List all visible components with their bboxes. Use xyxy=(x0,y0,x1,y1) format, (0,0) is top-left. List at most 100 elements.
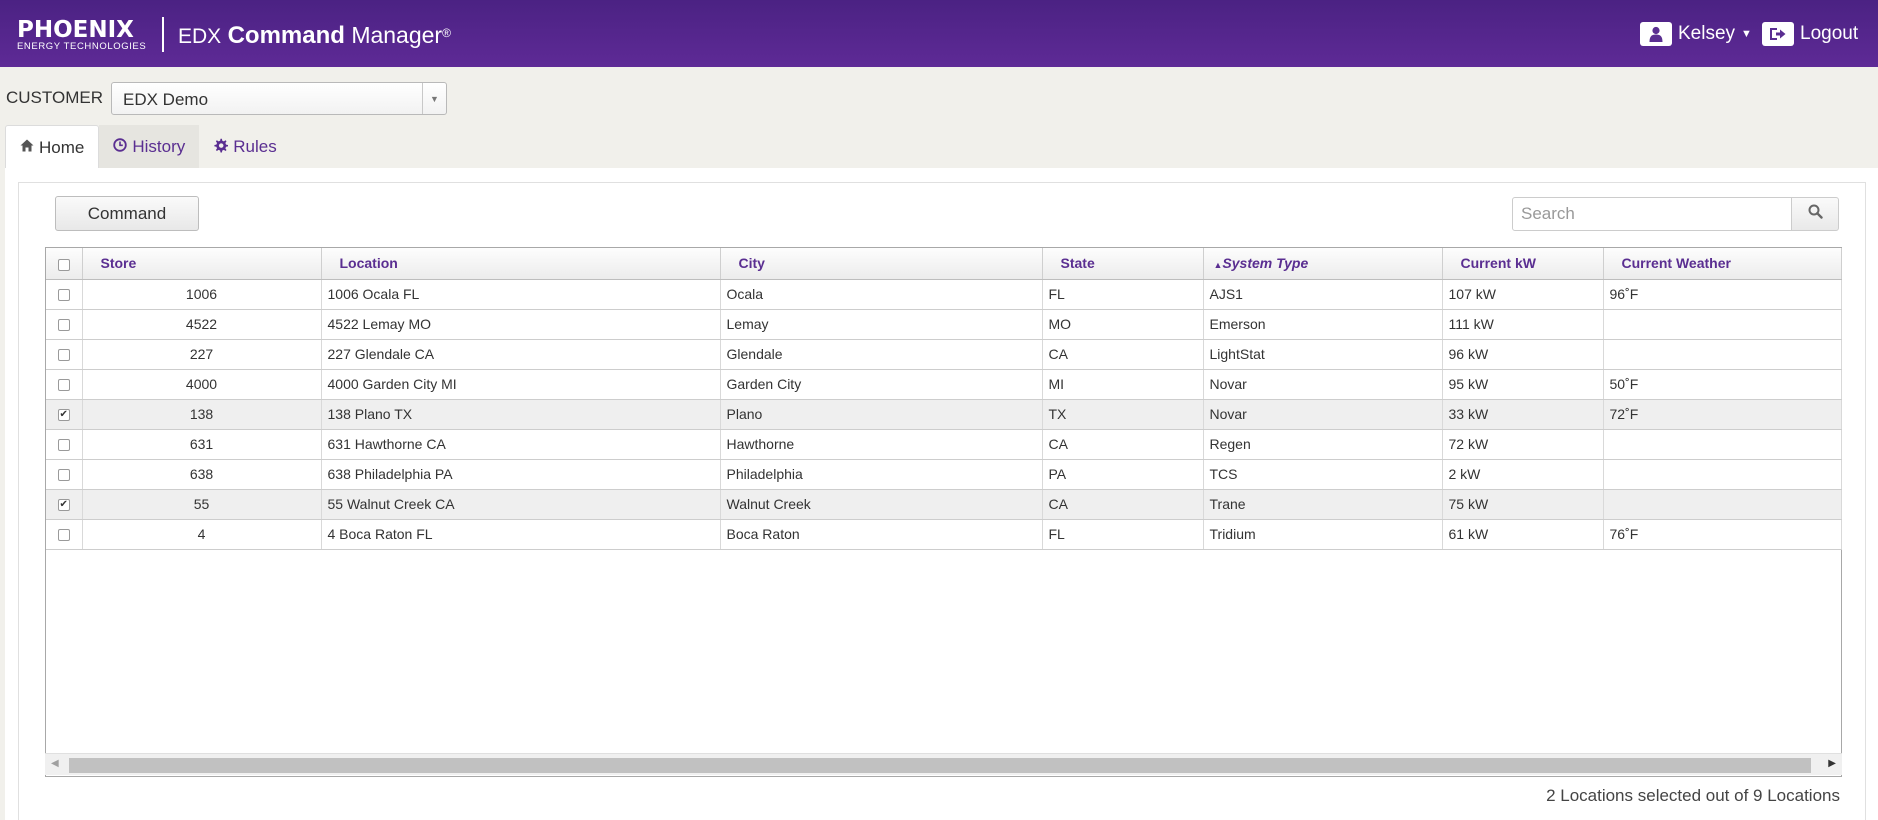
cell-store: 1006 xyxy=(82,279,322,310)
table-row[interactable]: ✔ 55 55 Walnut Creek CA Walnut Creek CA Trane… xyxy=(46,489,1842,520)
row-checkbox-cell[interactable] xyxy=(46,459,83,490)
cell-system-type: Novar xyxy=(1203,369,1443,400)
selection-status: 2 Locations selected out of 9 Locations xyxy=(1546,786,1840,805)
table-row[interactable]: 638 638 Philadelphia PA Philadelphia PA TCS 2… xyxy=(46,459,1842,490)
cell-current-kw: 61 kW xyxy=(1442,519,1604,550)
customer-selected-value: EDX Demo xyxy=(123,90,209,109)
cell-store: 631 xyxy=(82,429,322,460)
table-row[interactable]: 227 227 Glendale CA Glendale CA LightStat 96 … xyxy=(46,339,1842,370)
cell-current-kw: 72 kW xyxy=(1442,429,1604,460)
row-checkbox-cell[interactable]: ✔ xyxy=(46,489,83,520)
cell-state: CA xyxy=(1042,339,1204,370)
row-checkbox-cell[interactable] xyxy=(46,279,83,310)
cell-location: 55 Walnut Creek CA xyxy=(321,489,721,520)
table-row[interactable]: 1006 1006 Ocala FL Ocala FL AJS1 107 kW 96˚F xyxy=(46,279,1842,310)
grid-body: 1006 1006 Ocala FL Ocala FL AJS1 107 kW 96˚F 45… xyxy=(46,279,1842,550)
top-header-bar: PHOENIX ENERGY TECHNOLOGIES EDX Command … xyxy=(0,0,1878,67)
scroll-right-icon[interactable]: ▶ xyxy=(1828,758,1836,769)
cell-current-weather xyxy=(1603,489,1842,520)
cell-current-kw: 95 kW xyxy=(1442,369,1604,400)
row-checkbox-cell[interactable] xyxy=(46,369,83,400)
column-header-system-type[interactable]: ▲System Type xyxy=(1203,248,1443,280)
app-title-suffix: Manager xyxy=(351,22,443,48)
column-header-store[interactable]: Store xyxy=(82,248,322,280)
cell-city: Garden City xyxy=(720,369,1043,400)
tab-home[interactable]: Home xyxy=(5,125,100,169)
scroll-left-icon[interactable]: ◀ xyxy=(51,758,59,769)
row-checkbox[interactable] xyxy=(57,439,70,452)
horizontal-scrollbar[interactable]: ◀ ▶ xyxy=(45,753,1842,775)
tab-history[interactable]: History xyxy=(99,125,200,169)
table-row[interactable]: 4000 4000 Garden City MI Garden City MI Nova… xyxy=(46,369,1842,400)
cell-state: TX xyxy=(1042,399,1204,430)
cell-current-weather: 76˚F xyxy=(1603,519,1842,550)
column-header-current-kw[interactable]: Current kW xyxy=(1442,248,1604,280)
cell-location: 638 Philadelphia PA xyxy=(321,459,721,490)
cell-location: 138 Plano TX xyxy=(321,399,721,430)
row-checkbox-cell[interactable] xyxy=(46,429,83,460)
row-checkbox-checked[interactable]: ✔ xyxy=(57,409,70,422)
cell-current-kw: 107 kW xyxy=(1442,279,1604,310)
cell-current-kw: 111 kW xyxy=(1442,309,1604,340)
row-checkbox-cell[interactable] xyxy=(46,309,83,340)
search-button[interactable] xyxy=(1791,197,1839,231)
table-row[interactable]: 44 Boca Raton FL Boca Raton FL Tridium 61 kW… xyxy=(46,519,1842,550)
select-all-checkbox-cell[interactable] xyxy=(46,248,83,280)
cell-current-weather xyxy=(1603,459,1842,490)
cell-location: 4000 Garden City MI xyxy=(321,369,721,400)
cell-current-weather: 96˚F xyxy=(1603,279,1842,310)
row-checkbox[interactable] xyxy=(57,319,70,332)
customer-select[interactable]: EDX Demo ▼ xyxy=(111,82,447,115)
grid-header-row: Store Location City State ▲System Type C… xyxy=(46,248,1842,280)
table-row[interactable]: 4522 4522 Lemay MO Lemay MO Emerson 111 kW xyxy=(46,309,1842,340)
home-icon xyxy=(20,139,34,156)
cell-location: 227 Glendale CA xyxy=(321,339,721,370)
cell-current-weather: 50˚F xyxy=(1603,369,1842,400)
column-header-state[interactable]: State xyxy=(1042,248,1204,280)
column-header-system-type-label: System Type xyxy=(1222,255,1309,272)
tab-rules[interactable]: Rules xyxy=(199,125,290,169)
column-header-current-weather[interactable]: Current Weather xyxy=(1603,248,1842,280)
cell-system-type: TCS xyxy=(1203,459,1443,490)
row-checkbox[interactable] xyxy=(57,349,70,362)
column-header-location[interactable]: Location xyxy=(321,248,721,280)
cell-current-weather xyxy=(1603,429,1842,460)
row-checkbox[interactable] xyxy=(57,379,70,392)
row-checkbox[interactable] xyxy=(57,529,70,542)
row-checkbox-cell[interactable]: ✔ xyxy=(46,399,83,430)
table-row[interactable]: 631 631 Hawthorne CA Hawthorne CA Regen 72 kW xyxy=(46,429,1842,460)
cell-city: Walnut Creek xyxy=(720,489,1043,520)
column-header-city[interactable]: City xyxy=(720,248,1043,280)
cell-location: 1006 Ocala FL xyxy=(321,279,721,310)
cell-state: CA xyxy=(1042,429,1204,460)
scrollbar-thumb[interactable] xyxy=(69,758,1811,773)
table-row[interactable]: ✔ 138 138 Plano TX Plano TX Novar 33 kW 72˚F xyxy=(46,399,1842,430)
row-checkbox-cell[interactable] xyxy=(46,339,83,370)
user-menu[interactable]: Kelsey ▼ xyxy=(1640,22,1752,46)
cell-system-type: Novar xyxy=(1203,399,1443,430)
cell-current-kw: 96 kW xyxy=(1442,339,1604,370)
cell-location: 631 Hawthorne CA xyxy=(321,429,721,460)
cell-city: Hawthorne xyxy=(720,429,1043,460)
customer-label: CUSTOMER xyxy=(6,88,103,107)
dropdown-arrow-icon: ▼ xyxy=(422,83,446,114)
row-checkbox-cell[interactable] xyxy=(46,519,83,550)
search-input[interactable]: Search xyxy=(1512,197,1792,231)
cell-system-type: Regen xyxy=(1203,429,1443,460)
cell-state: MI xyxy=(1042,369,1204,400)
logout-button[interactable]: Logout xyxy=(1762,22,1858,46)
row-checkbox[interactable] xyxy=(57,289,70,302)
row-checkbox-checked[interactable]: ✔ xyxy=(57,499,70,512)
select-all-checkbox[interactable] xyxy=(57,258,70,271)
clock-icon xyxy=(113,138,128,156)
cell-city: Glendale xyxy=(720,339,1043,370)
cell-city: Lemay xyxy=(720,309,1043,340)
gear-icon xyxy=(213,138,229,157)
cell-current-weather xyxy=(1603,309,1842,340)
cell-city: Boca Raton xyxy=(720,519,1043,550)
cell-location: 4522 Lemay MO xyxy=(321,309,721,340)
app-title-main: Command xyxy=(227,22,345,49)
command-button[interactable]: Command xyxy=(55,196,199,231)
row-checkbox[interactable] xyxy=(57,469,70,482)
cell-store: 4522 xyxy=(82,309,322,340)
